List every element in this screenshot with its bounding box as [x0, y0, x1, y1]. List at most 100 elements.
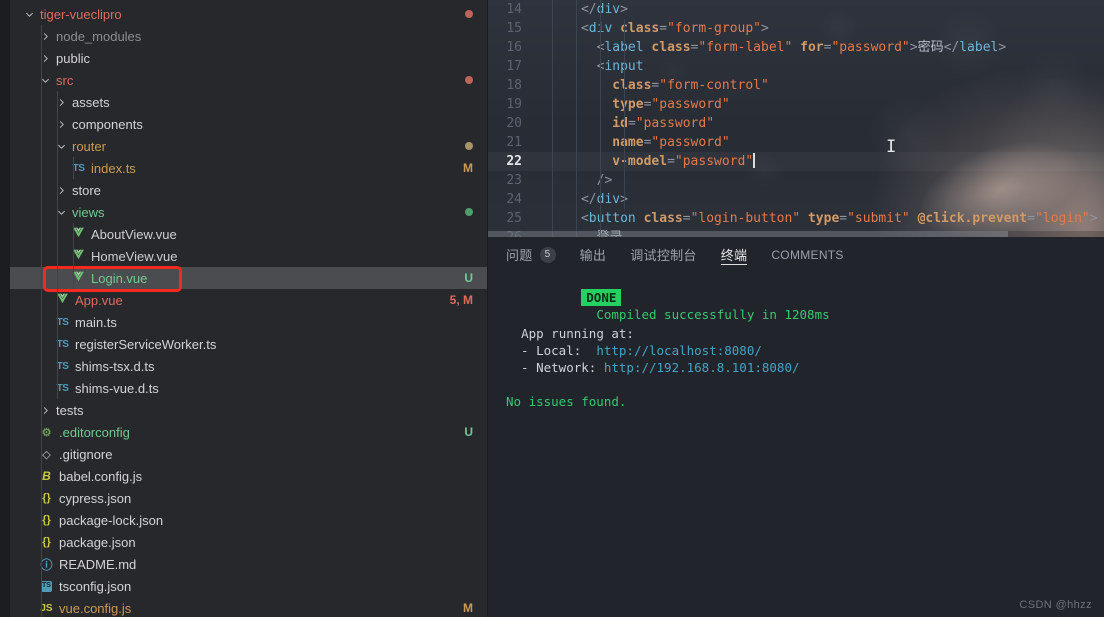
tree-item-homeview-vue[interactable]: HomeView.vue	[10, 245, 487, 267]
code-line-21[interactable]: 21 name="password"	[488, 133, 1104, 152]
activity-bar-edge	[0, 0, 10, 617]
tree-item-badge: U	[464, 271, 473, 285]
tree-item-shims-tsx-d-ts[interactable]: TS shims-tsx.d.ts	[10, 355, 487, 377]
tree-item-registerserviceworker-ts[interactable]: TS registerServiceWorker.ts	[10, 333, 487, 355]
tree-item-main-ts[interactable]: TS main.ts	[10, 311, 487, 333]
tree-item-cypress-json[interactable]: {} cypress.json	[10, 487, 487, 509]
network-label: - Network:	[506, 360, 597, 375]
tree-item-label: shims-tsx.d.ts	[75, 358, 155, 374]
tree-item-readme-md[interactable]: ⓘ README.md	[10, 553, 487, 575]
line-number: 23	[506, 173, 522, 188]
code-line-16[interactable]: 16 <label class="form-label" for="passwo…	[488, 38, 1104, 57]
tree-item-store[interactable]: store	[10, 179, 487, 201]
code-line-25[interactable]: 25 <button class="login-button" type="su…	[488, 209, 1104, 228]
tree-item-label: tiger-vueclipro	[40, 6, 122, 22]
line-content: <input	[534, 57, 644, 76]
tree-item-shims-vue-d-ts[interactable]: TS shims-vue.d.ts	[10, 377, 487, 399]
tree-item-label: registerServiceWorker.ts	[75, 336, 217, 352]
tree-item-tests[interactable]: tests	[10, 399, 487, 421]
editor-indent-guide	[600, 0, 601, 237]
terminal-blank-3	[506, 376, 1104, 393]
typescript-file-icon: TS	[56, 360, 69, 372]
line-number: 20	[506, 116, 522, 131]
network-url-link[interactable]: http://192.168.8.101:8080/	[604, 360, 800, 375]
text-caret	[753, 153, 756, 168]
tree-item-package-lock-json[interactable]: {} package-lock.json	[10, 509, 487, 531]
file-tree[interactable]: tiger-vueclipro node_modules public src asse…	[10, 0, 487, 617]
line-number: 14	[506, 2, 522, 17]
panel-tab-cjk-3[interactable]: 终端	[720, 237, 748, 272]
tree-item-status-dot	[465, 10, 473, 18]
typescript-file-icon: TS	[72, 162, 85, 174]
app-running-label: App running at:	[521, 326, 634, 341]
tree-item-aboutview-vue[interactable]: AboutView.vue	[10, 223, 487, 245]
tree-item-tsconfig-json[interactable]: TS tsconfig.json	[10, 575, 487, 597]
code-line-22[interactable]: 22 v-model="password"	[488, 152, 1104, 171]
json-file-icon: {}	[42, 536, 51, 548]
tree-item-public[interactable]: public	[10, 47, 487, 69]
file-explorer-sidebar[interactable]: tiger-vueclipro node_modules public src asse…	[10, 0, 488, 617]
tree-item-package-json[interactable]: {} package.json	[10, 531, 487, 553]
javascript-file-icon: JS	[40, 602, 53, 614]
code-line-18[interactable]: 18 class="form-control"	[488, 76, 1104, 95]
line-content: <div class="form-group">	[580, 21, 769, 36]
tree-item-babel-config-js[interactable]: Bbabel.config.js	[10, 465, 487, 487]
gear-icon: ⚙	[41, 426, 52, 439]
tsconfig-file-icon: TS	[41, 580, 52, 592]
code-line-23[interactable]: 23 />	[488, 171, 1104, 190]
tree-item-tiger-vueclipro[interactable]: tiger-vueclipro	[10, 3, 487, 25]
code-line-20[interactable]: 20 id="password"	[488, 114, 1104, 133]
panel-tab-label: 输出	[579, 249, 607, 264]
line-number: 19	[506, 97, 522, 112]
code-editor[interactable]: 14 </div>15 <div class="form-group">16 <…	[488, 0, 1104, 237]
code-line-19[interactable]: 19 type="password"	[488, 95, 1104, 114]
tree-item-label: store	[72, 182, 101, 198]
tree-item-gitignore[interactable]: ◇ .gitignore	[10, 443, 487, 465]
terminal-app-running-line: App running at:	[506, 325, 1104, 342]
tree-indent-guide	[57, 91, 58, 399]
line-number: 24	[506, 192, 522, 207]
typescript-file-icon: TS	[56, 382, 69, 394]
local-url-link[interactable]: http://localhost:8080/	[596, 343, 762, 358]
line-number: 22	[506, 154, 522, 169]
code-line-24[interactable]: 24 </div>	[488, 190, 1104, 209]
tree-item-login-vue[interactable]: Login.vue U	[10, 267, 487, 289]
tree-item-index-ts[interactable]: TS index.ts M	[10, 157, 487, 179]
tree-item-label: package.json	[59, 534, 136, 550]
panel-tab-badge: 5	[539, 246, 556, 263]
tree-item-label: Login.vue	[91, 270, 148, 286]
tree-item-label: tests	[56, 402, 84, 418]
tree-item-status-dot	[465, 208, 473, 216]
tree-item-label: HomeView.vue	[91, 248, 178, 264]
line-number: 16	[506, 40, 522, 55]
tree-item-label: tsconfig.json	[59, 578, 132, 594]
tree-item-label: package-lock.json	[59, 512, 164, 528]
tree-item-views[interactable]: views	[10, 201, 487, 223]
tree-item-node-modules[interactable]: node_modules	[10, 25, 487, 47]
tree-item-badge: M	[463, 161, 473, 175]
tree-item-components[interactable]: components	[10, 113, 487, 135]
tree-item-src[interactable]: src	[10, 69, 487, 91]
panel-tab-cjk-0[interactable]: 问题 5	[506, 237, 556, 272]
tree-item-label: AboutView.vue	[91, 226, 177, 242]
tree-item-app-vue[interactable]: App.vue 5, M	[10, 289, 487, 311]
chevron-down-icon[interactable]	[22, 7, 36, 21]
panel-tab-bar[interactable]: 问题 5 输出 调试控制台 终端 COMMENTS	[488, 237, 1104, 272]
tree-item-editorconfig[interactable]: ⚙ .editorconfig U	[10, 421, 487, 443]
line-number: 21	[506, 135, 522, 150]
code-lines[interactable]: 14 </div>15 <div class="form-group">16 <…	[488, 0, 1104, 237]
tree-item-vue-config-js[interactable]: JS vue.config.js M	[10, 597, 487, 617]
tree-item-label: views	[72, 204, 105, 220]
code-line-15[interactable]: 15 <div class="form-group">	[488, 19, 1104, 38]
tree-item-router[interactable]: router	[10, 135, 487, 157]
terminal-output[interactable]: DONE Compiled successfully in 1208ms App…	[488, 272, 1104, 617]
tree-item-assets[interactable]: assets	[10, 91, 487, 113]
panel-tab-cjk-2[interactable]: 调试控制台	[630, 237, 697, 272]
code-line-17[interactable]: 17 <input	[488, 57, 1104, 76]
panel-tab-cjk-1[interactable]: 输出	[580, 237, 607, 272]
panel-tab-label: 调试控制台	[630, 249, 697, 264]
terminal-status-line: DONE Compiled successfully in 1208ms	[506, 272, 1104, 322]
editor-indent-guide	[624, 19, 625, 209]
code-line-14[interactable]: 14 </div>	[488, 0, 1104, 19]
panel-tab-comments[interactable]: COMMENTS	[771, 237, 843, 272]
